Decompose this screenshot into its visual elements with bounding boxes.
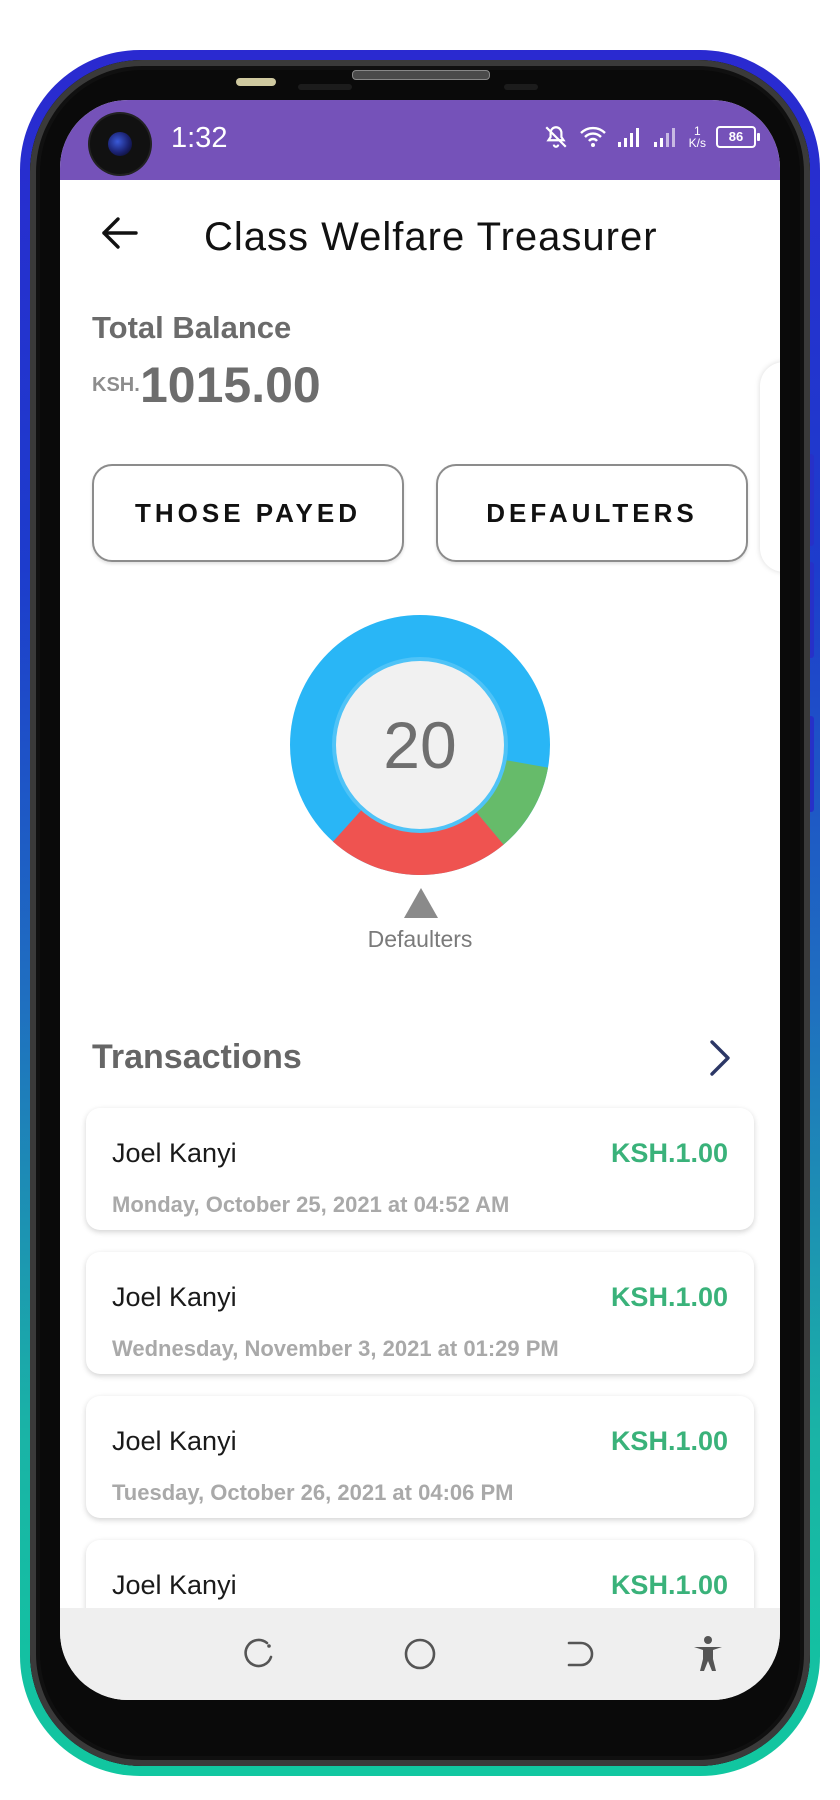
transactions-more-button[interactable] — [700, 1035, 740, 1085]
network-speed-unit: K/s — [688, 136, 706, 150]
back-button[interactable] — [90, 210, 150, 260]
app-screen: 1:32 1 K/s 86 Class Welfare Treasurer To… — [60, 100, 780, 1700]
transaction-amount: KSH.1.00 — [610, 1282, 728, 1312]
transaction-date: Monday, October 25, 2021 at 04:52 AM — [112, 1192, 510, 1217]
transaction-card[interactable]: Joel Kanyi KSH.1.00 Monday, October 25, … — [86, 1108, 754, 1230]
accessibility-button[interactable] — [680, 1628, 736, 1684]
accessibility-icon — [691, 1635, 725, 1678]
transactions-title: Transactions — [92, 1038, 302, 1076]
system-nav-bar — [60, 1608, 780, 1700]
defaulters-button[interactable]: DEFAULTERS — [436, 464, 748, 562]
transaction-date: Wednesday, November 3, 2021 at 01:29 PM — [112, 1336, 559, 1361]
status-icons: 1 K/s 86 — [543, 124, 760, 150]
transaction-name: Joel Kanyi — [112, 1426, 237, 1456]
transaction-amount: KSH.1.00 — [610, 1426, 728, 1456]
earpiece-speaker — [352, 70, 490, 80]
page-title: Class Welfare Treasurer — [204, 215, 658, 259]
balance-amount: 1015.00 — [140, 357, 321, 413]
transaction-date: Tuesday, October 26, 2021 at 04:06 PM — [112, 1480, 514, 1505]
transaction-name: Joel Kanyi — [112, 1570, 237, 1600]
sensor-slot — [298, 84, 352, 90]
device-stage: 1:32 1 K/s 86 Class Welfare Treasurer To… — [0, 0, 840, 1800]
home-icon — [402, 1636, 438, 1677]
chevron-right-icon — [708, 1038, 732, 1083]
pointer-label: Defaulters — [367, 926, 473, 952]
transaction-card[interactable]: Joel Kanyi KSH.1.00 Wednesday, November … — [86, 1252, 754, 1374]
transaction-name: Joel Kanyi — [112, 1138, 237, 1168]
transaction-name: Joel Kanyi — [112, 1282, 237, 1312]
wifi-icon — [579, 125, 607, 149]
signal-icon-sim2 — [653, 126, 679, 148]
transaction-card[interactable]: Joel Kanyi KSH.1.00 Tuesday, October 26,… — [86, 1396, 754, 1518]
front-camera — [90, 114, 150, 174]
signal-icon-sim1 — [617, 126, 643, 148]
battery-icon: 86 — [716, 126, 760, 148]
those-payed-button[interactable]: THOSE PAYED — [92, 464, 404, 562]
balance-currency: KSH. — [92, 374, 140, 396]
home-button[interactable] — [392, 1628, 448, 1684]
back-nav-icon — [561, 1637, 595, 1676]
arrow-left-icon — [100, 216, 140, 255]
payment-summary-donut[interactable]: 20 — [290, 615, 550, 875]
recent-apps-button[interactable] — [232, 1628, 288, 1684]
notifications-off-icon — [543, 124, 569, 150]
recent-apps-icon — [243, 1637, 277, 1676]
transaction-amount: KSH.1.00 — [610, 1570, 728, 1600]
system-back-button[interactable] — [550, 1628, 606, 1684]
sensor-slot — [504, 84, 538, 90]
network-speed: 1 K/s — [689, 125, 706, 149]
status-time: 1:32 — [171, 122, 228, 154]
adjacent-card-peek — [760, 362, 780, 572]
donut-center-value: 20 — [383, 708, 457, 782]
transaction-amount: KSH.1.00 — [610, 1138, 728, 1168]
proximity-sensor — [236, 78, 276, 86]
status-bar: 1:32 1 K/s 86 — [60, 100, 780, 180]
pointer-triangle-icon — [404, 888, 438, 918]
total-balance-label: Total Balance — [92, 310, 292, 345]
